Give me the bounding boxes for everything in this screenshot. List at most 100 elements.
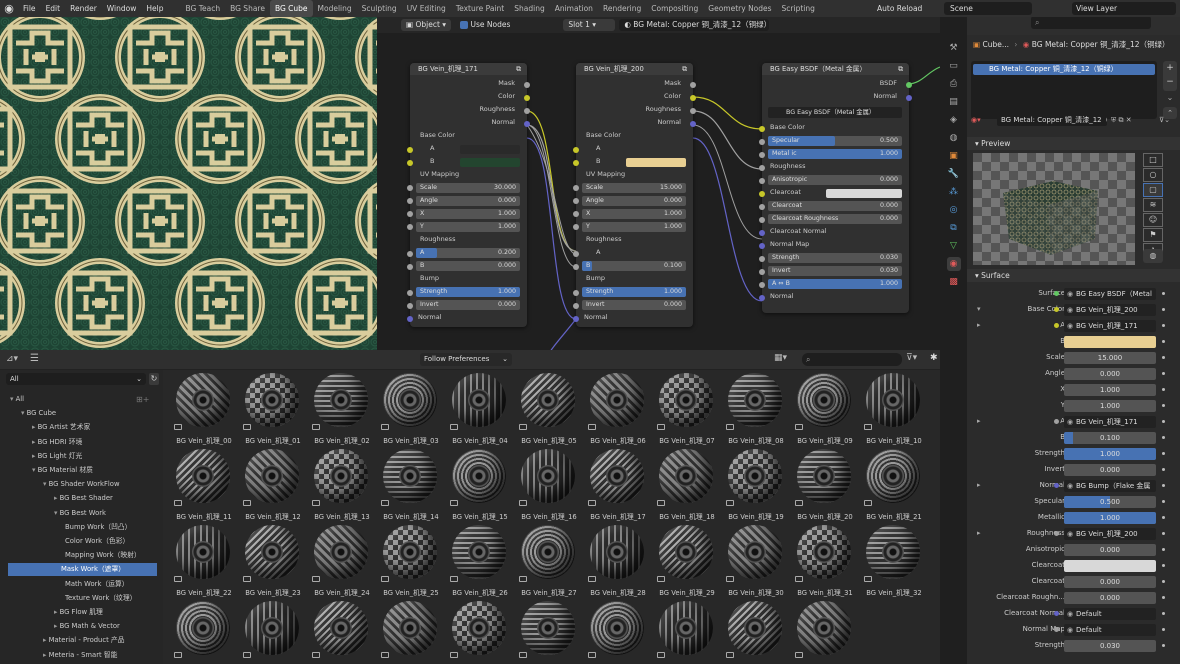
menu-icon[interactable]: ☰ [30, 353, 39, 364]
node-socket[interactable] [573, 264, 579, 270]
material-slot-item[interactable]: BG Metal: Copper 铜_清漆_12（铜绿） [973, 64, 1155, 75]
node-socket[interactable] [690, 95, 696, 101]
asset-tile[interactable]: BG Vein_机理_08 [722, 370, 790, 446]
node-socket[interactable] [407, 211, 413, 217]
node-field-strength[interactable]: Strength 1.000 [416, 287, 520, 297]
keyframe-dot-icon[interactable] [1162, 404, 1165, 407]
property-value[interactable]: 1.000 [1064, 384, 1156, 396]
keyframe-dot-icon[interactable] [1162, 564, 1165, 567]
node-socket[interactable] [759, 126, 765, 132]
property-value[interactable]: ◉ BG Vein_机理_171 [1064, 320, 1156, 332]
node-socket[interactable] [407, 290, 413, 296]
node-socket[interactable] [573, 316, 579, 322]
asset-tile[interactable]: BG Vein_机理_25 [377, 522, 445, 598]
blender-logo-icon[interactable]: ◉ [0, 0, 18, 17]
material-icon[interactable]: ◉ [946, 257, 961, 271]
asset-tile[interactable]: BG Vein_机理_03 [377, 370, 445, 446]
node-vein171[interactable]: BG Vein_机理_171 ⧉ Mask Color Roughness Normal B… [407, 63, 530, 327]
preview-panel-header[interactable]: ▾ Preview [967, 137, 1180, 150]
node-field-clearcoat-roughness[interactable]: Clearcoat Roughness 0.000 [768, 214, 902, 224]
catalog-item[interactable]: ▸ BG HDRI 环境 [0, 436, 160, 449]
asset-tile[interactable]: BG Vein_机理_15 [446, 446, 514, 522]
node-field-rough-a[interactable]: A 0.200 [416, 248, 520, 258]
material-name-field[interactable]: BG Metal: Copper 铜_清漆_12（... [997, 114, 1107, 126]
workspace-tab[interactable]: Geometry Nodes [703, 0, 776, 17]
property-value[interactable]: 0.000 [1064, 592, 1156, 604]
preview-cube-icon[interactable]: ▢ [1143, 183, 1163, 197]
asset-tile[interactable] [170, 598, 238, 664]
asset-tile[interactable]: BG Vein_机理_01 [239, 370, 307, 446]
node-field-angle[interactable]: Angle 0.000 [582, 196, 686, 206]
property-value[interactable]: ◉ BG Vein_机理_200 [1064, 528, 1156, 540]
keyframe-dot-icon[interactable] [1162, 580, 1165, 583]
object-icon[interactable]: ▣ [947, 149, 961, 163]
editor-type-icon[interactable]: ⊿▾ [6, 354, 18, 364]
keyframe-dot-icon[interactable] [1162, 452, 1165, 455]
scene-icon[interactable]: ◈ [947, 113, 961, 127]
socket-icon[interactable] [1054, 307, 1059, 312]
asset-tile[interactable]: BG Vein_机理_13 [308, 446, 376, 522]
fake-user-shield-icon[interactable]: ⛨ ⧉ ✕ [1111, 113, 1132, 127]
property-value[interactable]: ◉ BG Vein_机理_171 [1064, 416, 1156, 428]
node-field-clearcoat[interactable]: Clearcoat 0.000 [768, 201, 902, 211]
catalog-item[interactable]: ▾ All [0, 393, 160, 406]
node-group-selector[interactable]: BG Easy BSDF（Metal 金属） [768, 107, 902, 118]
node-socket[interactable] [759, 178, 765, 184]
color-swatch-a[interactable] [626, 145, 686, 154]
expand-arrow-icon[interactable]: ▾ [977, 305, 981, 313]
menu-help[interactable]: Help [141, 0, 168, 17]
workspace-tab[interactable]: BG Teach [180, 0, 225, 17]
node-field-invert[interactable]: Invert 0.000 [416, 300, 520, 310]
keyframe-dot-icon[interactable] [1162, 436, 1165, 439]
node-field-specular[interactable]: Specular 0.500 [768, 136, 902, 146]
property-value[interactable] [1064, 336, 1156, 348]
asset-tile[interactable] [791, 598, 859, 664]
keyframe-dot-icon[interactable] [1162, 628, 1165, 631]
asset-tile[interactable]: BG Vein_机理_02 [308, 370, 376, 446]
asset-tile[interactable]: BG Vein_机理_22 [170, 522, 238, 598]
catalog-item[interactable]: ▸ BG Math & Vector [0, 620, 160, 633]
node-field-anisotropic[interactable]: Anisotropic 0.000 [768, 175, 902, 185]
menu-window[interactable]: Window [102, 0, 142, 17]
expand-arrow-icon[interactable]: ▸ [977, 321, 981, 329]
catalog-item[interactable]: Color Work（色彩） [0, 535, 160, 548]
node-field-y[interactable]: Y 1.000 [582, 222, 686, 232]
node-socket[interactable] [759, 204, 765, 210]
node-socket[interactable] [407, 264, 413, 270]
property-value[interactable]: ◉ Default [1064, 608, 1156, 620]
socket-icon[interactable] [1054, 483, 1059, 488]
asset-tile[interactable]: BG Vein_机理_10 [860, 370, 928, 446]
workspace-tab[interactable]: Texture Paint [451, 0, 509, 17]
refresh-icon[interactable]: ↻ [149, 373, 159, 385]
node-field-rough-b[interactable]: B 0.100 [582, 261, 686, 271]
socket-icon[interactable] [1054, 627, 1059, 632]
render-icon[interactable]: ▭ [947, 59, 961, 73]
keyframe-dot-icon[interactable] [1162, 612, 1165, 615]
keyframe-dot-icon[interactable] [1162, 372, 1165, 375]
node-socket[interactable] [407, 147, 413, 153]
asset-tile[interactable] [239, 598, 307, 664]
property-value[interactable]: ◉ Default [1064, 624, 1156, 636]
asset-tile[interactable]: BG Vein_机理_04 [446, 370, 514, 446]
node-field-x[interactable]: X 1.000 [582, 209, 686, 219]
node-group-icon[interactable]: ⧉ [682, 63, 687, 75]
socket-icon[interactable] [1054, 419, 1059, 424]
catalog-item[interactable]: Math Work（运算） [0, 578, 160, 591]
node-field-y[interactable]: Y 1.000 [416, 222, 520, 232]
import-method-dropdown[interactable]: Follow Preferences ⌄ [420, 353, 512, 366]
node-field-x[interactable]: X 1.000 [416, 209, 520, 219]
preview-hair-icon[interactable]: ≋ [1143, 198, 1163, 212]
property-value[interactable]: 0.030 [1064, 640, 1156, 652]
clearcoat-color-swatch[interactable] [826, 189, 902, 198]
asset-tile[interactable]: BG Vein_机理_07 [653, 370, 721, 446]
node-socket[interactable] [524, 95, 530, 101]
node-field-invert[interactable]: Invert 0.030 [768, 266, 902, 276]
menu-file[interactable]: File [18, 0, 41, 17]
node-field-strength[interactable]: Strength 0.030 [768, 253, 902, 263]
asset-tile[interactable]: BG Vein_机理_18 [653, 446, 721, 522]
view-grid-icon[interactable]: ▦▾ [774, 353, 787, 363]
filter-icon[interactable]: ⊽▾ [906, 353, 917, 363]
catalog-item[interactable]: Mapping Work（映射） [0, 549, 160, 562]
library-dropdown[interactable]: All ⌄ [6, 373, 146, 385]
catalog-item[interactable]: ▸ Meteria - Smart 智能 [0, 649, 160, 662]
